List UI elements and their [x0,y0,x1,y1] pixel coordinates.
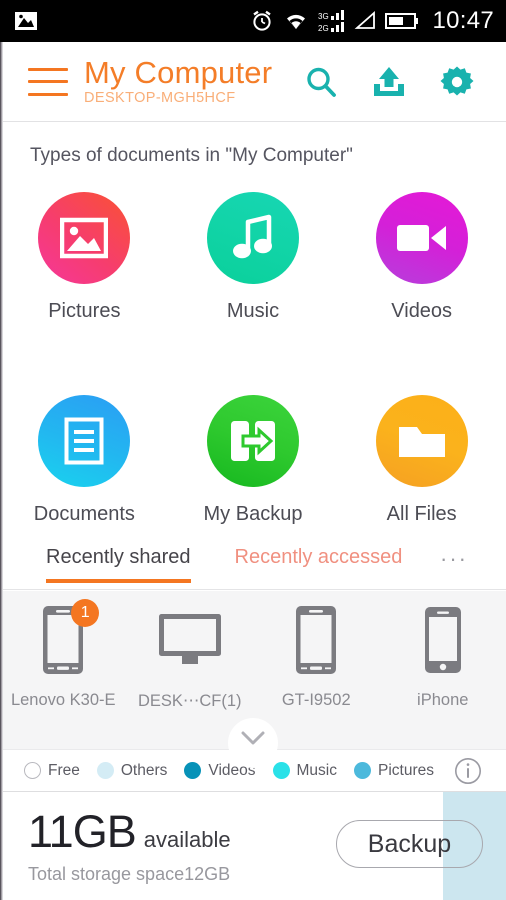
list-item[interactable]: 1 Lenovo K30-E [0,591,127,710]
category-grid: Pictures Music Videos Documents My Backu… [0,192,506,526]
device-icon-wrap [294,603,338,677]
wifi-icon [287,14,306,29]
category-icon-circle [206,395,299,487]
legend-label: Music [296,761,337,779]
tab-recently-accessed[interactable]: Recently accessed [235,546,403,579]
category-icon-circle [375,192,468,284]
tabs-overflow-menu[interactable]: ··· [440,546,468,584]
status-bar: 3G 2G 10:47 [0,0,506,42]
category-my-backup[interactable]: My Backup [169,395,338,526]
legend-label: Pictures [378,761,434,779]
category-icon-circle [206,192,299,284]
chevron-down-icon [241,731,265,745]
status-bar-left [14,10,38,32]
signal-triangle-icon [355,11,376,29]
storage-amount: 11GB [28,806,137,857]
recent-tabs: Recently shared Recently accessed ··· [0,546,506,590]
battery-icon [385,13,419,29]
category-icon-circle [38,395,131,487]
header-actions [304,65,506,99]
category-videos[interactable]: Videos [337,192,506,323]
list-item[interactable]: GT-I9502 [253,591,380,710]
device-icon-wrap: 1 [41,599,100,677]
device-label: GT-I9502 [281,691,351,709]
page-title: My Computer [84,54,273,90]
info-icon[interactable] [454,757,482,785]
title-block: My Computer DESKTOP-MGH5HCF [84,54,273,107]
section-label: Types of documents in "My Computer" [30,145,353,166]
legend-item-free: Free [24,762,90,780]
hamburger-icon[interactable] [28,67,68,96]
storage-available-line: 11GB available [28,806,231,858]
android-phone-icon [296,606,337,674]
legend-item-others: Others [96,761,178,780]
device-label: DESK⋯CF(1) [137,692,242,710]
category-label: Music [226,300,280,322]
legend-item-music: Music [272,761,347,780]
storage-summary: 11GB available Total storage space12GB [28,806,231,885]
backup-button[interactable]: Backup [336,820,483,868]
category-documents[interactable]: Documents [0,395,169,526]
alarm-icon [253,10,272,31]
legend-item-pictures: Pictures [354,762,444,780]
svg-text:3G: 3G [318,12,329,21]
legend-dot [96,762,114,779]
list-item[interactable]: iPhone [380,591,506,710]
category-pictures[interactable]: Pictures [0,192,169,323]
status-badge: 1 [71,599,100,627]
category-label: Videos [391,300,453,322]
image-icon [15,12,37,30]
category-label: Documents [33,503,135,525]
category-icon-circle [38,192,131,284]
storage-amount-unit: available [143,827,231,852]
legend-dot [272,762,290,779]
device-icon-wrap [423,603,463,677]
storage-total: Total storage space12GB [28,864,231,884]
app-header: My Computer DESKTOP-MGH5HCF [0,42,506,122]
legend-dot [184,762,202,779]
backup-icon [230,421,275,461]
category-label: My Backup [203,503,303,525]
music-note-icon [232,214,272,259]
tab-recently-shared[interactable]: Recently shared [46,546,191,583]
folder-icon [398,427,445,457]
legend-label: Free [48,761,80,779]
category-icon-circle [375,395,468,487]
device-icon-wrap [157,603,223,677]
video-cam-icon [396,225,446,251]
svg-text:2G: 2G [318,24,329,33]
page-subtitle: DESKTOP-MGH5HCF [84,90,236,107]
list-item[interactable]: DESK⋯CF(1) [127,591,254,711]
picture-icon [60,217,109,259]
document-icon [64,417,104,465]
category-all-files[interactable]: All Files [337,395,506,526]
drawer-edge [0,42,3,900]
device-label: iPhone [417,691,469,709]
iphone-icon [424,607,461,673]
status-bar-right: 3G 2G 10:47 [250,7,494,35]
device-label: Lenovo K30-E [10,691,116,709]
category-label: All Files [386,503,457,525]
app-root: 3G 2G 10:47 My Computer DESKTOP-MGH5HCF … [0,0,506,900]
desktop-monitor-icon [158,614,221,664]
legend-dot [354,762,371,779]
legend-label: Others [120,761,168,779]
category-music[interactable]: Music [169,192,338,323]
legend-dot [24,762,41,779]
gear-icon[interactable] [440,65,474,99]
collapse-panel-handle[interactable] [228,718,278,768]
signal-3g2g-icon: 3G 2G [318,9,345,33]
category-label: Pictures [48,300,121,322]
search-icon[interactable] [304,65,338,99]
status-bar-clock: 10:47 [432,7,494,34]
upload-icon[interactable] [372,66,406,98]
